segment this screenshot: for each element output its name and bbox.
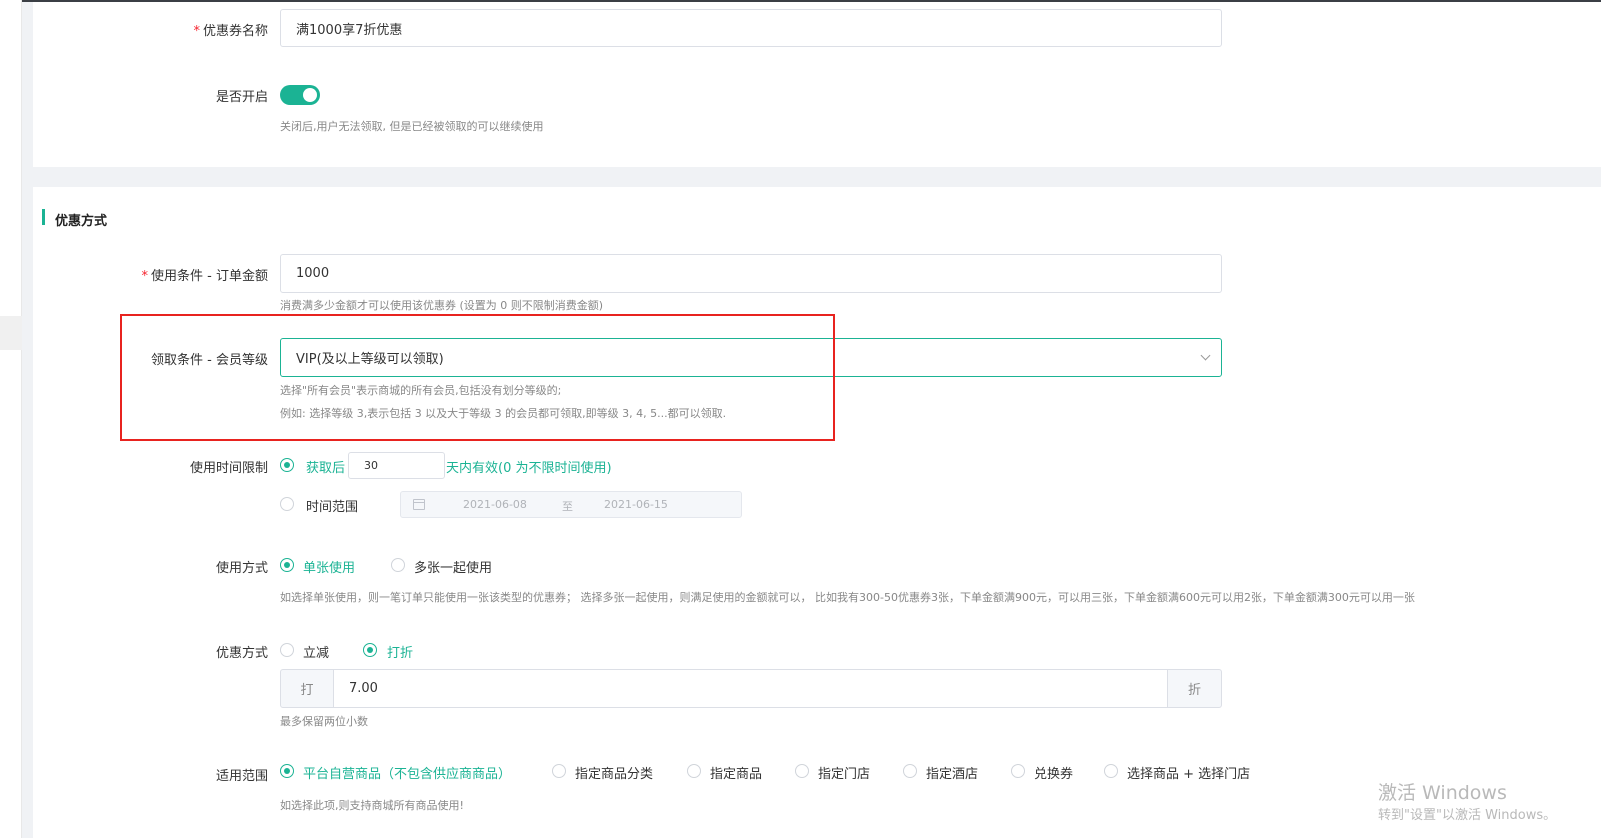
radio-time-range[interactable]: [280, 497, 294, 511]
radio-scope-hotel[interactable]: [903, 764, 917, 778]
time-limit-label: 使用时间限制: [189, 461, 268, 476]
windows-activation-hint: 转到"设置"以激活 Windows。: [1378, 808, 1557, 823]
scope-option-store: 指定门店: [818, 767, 871, 782]
radio-single-use[interactable]: [280, 558, 294, 572]
enabled-label: 是否开启: [215, 90, 268, 105]
valid-days-input[interactable]: 30: [348, 452, 445, 479]
scope-help: 如选择此项,则支持商城所有商品使用!: [280, 799, 464, 812]
chevron-down-icon: [1200, 350, 1211, 361]
discount-label: 打折: [387, 646, 414, 661]
usage-mode-label: 使用方式: [215, 561, 268, 576]
single-use-label: 单张使用: [303, 561, 356, 576]
start-date: 2021-06-08: [463, 498, 527, 511]
scope-option-hotel: 指定酒店: [926, 767, 979, 782]
sidebar-selected-item[interactable]: [0, 316, 22, 350]
usage-mode-help: 如选择单张使用，则一笔订单只能使用一张该类型的优惠券； 选择多张一起使用，则满足…: [280, 591, 1415, 604]
enabled-switch[interactable]: [280, 85, 320, 105]
radio-multi-use[interactable]: [391, 558, 405, 572]
radio-scope-goods-store[interactable]: [1104, 764, 1118, 778]
radio-scope-goods[interactable]: [687, 764, 701, 778]
scope-label: 适用范围: [215, 769, 268, 784]
discount-help: 最多保留两位小数: [280, 715, 368, 728]
scope-option-self: 平台自营商品（不包含供应商商品）: [303, 767, 512, 782]
enabled-help: 关闭后,用户无法领取, 但是已经被领取的可以继续使用: [280, 120, 544, 133]
scope-option-goods-store: 选择商品 + 选择门店: [1127, 767, 1251, 782]
multi-use-label: 多张一起使用: [414, 561, 493, 576]
scope-option-goods: 指定商品: [710, 767, 763, 782]
radio-scope-voucher[interactable]: [1011, 764, 1025, 778]
radio-scope-store[interactable]: [795, 764, 809, 778]
discount-suffix: 折: [1167, 669, 1222, 708]
section-marker: [42, 209, 45, 225]
windows-activation-watermark: 激活 Windows: [1378, 782, 1507, 804]
radio-scope-self[interactable]: [280, 764, 294, 778]
order-amount-help: 消费满多少金额才可以使用该优惠券 (设置为 0 则不限制消费金额): [280, 299, 604, 312]
date-separator: 至: [562, 500, 573, 513]
discount-value-input[interactable]: 7.00: [333, 669, 1168, 708]
radio-days-after[interactable]: [280, 458, 294, 472]
highlight-box: [120, 314, 835, 441]
date-range-picker[interactable]: 2021-06-08 至 2021-06-15: [400, 491, 742, 518]
coupon-name-label: * 优惠券名称: [193, 24, 268, 39]
section-title: 优惠方式: [55, 214, 108, 229]
time-range-label: 时间范围: [306, 500, 359, 515]
radio-scope-category[interactable]: [552, 764, 566, 778]
scope-option-voucher: 兑换券: [1034, 767, 1074, 782]
order-amount-label: * 使用条件 - 订单金额: [141, 269, 268, 284]
radio-discount[interactable]: [363, 643, 377, 657]
coupon-name-input[interactable]: 满1000享7折优惠: [280, 9, 1222, 47]
days-after-prefix: 获取后: [306, 461, 346, 476]
order-amount-input[interactable]: 1000: [280, 254, 1222, 293]
switch-knob: [303, 88, 317, 102]
calendar-icon: [413, 499, 425, 510]
end-date: 2021-06-15: [604, 498, 668, 511]
left-sidebar: [0, 0, 22, 838]
radio-instant-reduce[interactable]: [280, 643, 294, 657]
days-after-suffix: 天内有效(0 为不限时间使用): [446, 461, 612, 476]
instant-reduce-label: 立减: [303, 646, 330, 661]
discount-type-label: 优惠方式: [215, 646, 268, 661]
discount-prefix: 打: [280, 669, 334, 708]
scope-option-category: 指定商品分类: [575, 767, 654, 782]
